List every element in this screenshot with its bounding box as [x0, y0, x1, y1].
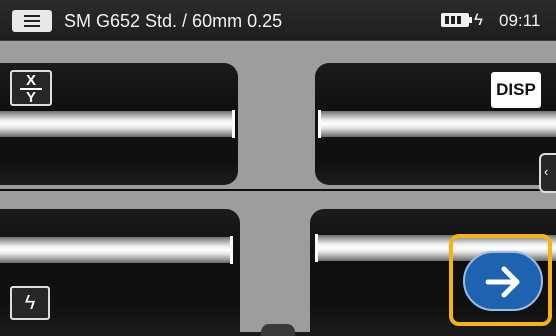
charging-icon: ϟ — [474, 10, 483, 29]
camera-view-top — [0, 41, 556, 189]
arrow-right-icon — [485, 266, 520, 298]
view-divider — [0, 189, 556, 191]
side-panel-tab[interactable]: ‹ — [539, 153, 556, 193]
y-label: Y — [25, 89, 36, 106]
menu-button[interactable] — [12, 10, 52, 32]
splice-program-title[interactable]: SM G652 Std. / 60mm 0.25 — [64, 10, 282, 32]
fiber-left — [0, 237, 232, 263]
disp-button[interactable]: DISP — [491, 72, 541, 108]
arc-button[interactable]: ϟ — [10, 286, 50, 320]
xy-view-toggle-button[interactable]: X Y — [10, 70, 52, 106]
bottom-drawer-handle[interactable] — [261, 324, 295, 336]
fiber-right — [318, 111, 556, 137]
lightning-icon: ϟ — [24, 292, 36, 314]
x-label: X — [25, 72, 36, 89]
hamburger-icon — [24, 15, 40, 17]
battery-icon — [441, 13, 472, 27]
status-bar: SM G652 Std. / 60mm 0.25 ϟ 09:11 — [0, 0, 556, 41]
clock: 09:11 — [499, 11, 541, 30]
fiber-left — [0, 111, 234, 137]
next-button[interactable] — [463, 251, 543, 311]
